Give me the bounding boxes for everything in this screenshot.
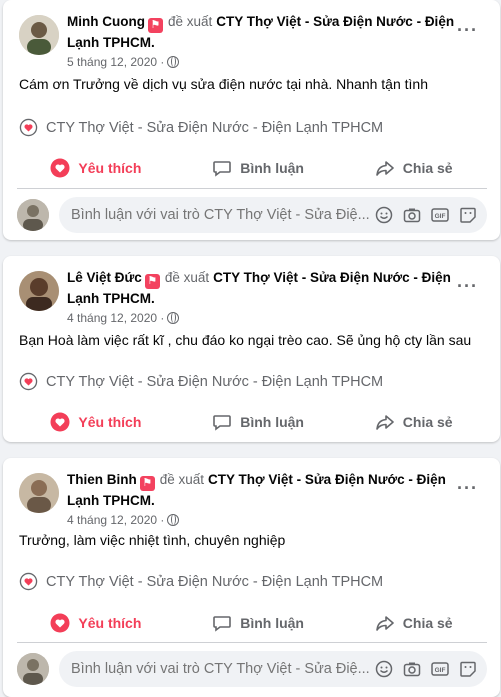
action-bar: Yêu thích Bình luận Chia sẻ	[15, 402, 488, 442]
share-button[interactable]: Chia sẻ	[375, 158, 453, 178]
avatar[interactable]	[19, 473, 59, 513]
action-bar: Yêu thích Bình luận Chia sẻ	[15, 603, 488, 643]
page-link-label: CTY Thợ Việt - Sửa Điện Nước - Điện Lạnh…	[46, 119, 384, 136]
page-link-label: CTY Thợ Việt - Sửa Điện Nước - Điện Lạnh…	[46, 573, 384, 590]
comment-label: Bình luận	[240, 160, 304, 176]
sticker-icon[interactable]	[459, 660, 477, 678]
share-arrow-icon	[375, 161, 394, 176]
review-post-3: Thien Binh ⚑ đề xuất CTY Thợ Việt - Sửa Điệ…	[3, 458, 500, 697]
like-label: Yêu thích	[78, 615, 142, 631]
camera-icon[interactable]	[403, 206, 421, 224]
post-header: Lê Việt Đức ⚑ đề xuất CTY Thợ Việt - Sửa Đi…	[67, 268, 457, 328]
share-button[interactable]: Chia sẻ	[375, 412, 453, 432]
comment-input[interactable]	[71, 651, 371, 687]
emoji-icon[interactable]	[375, 206, 393, 224]
like-label: Yêu thích	[78, 160, 142, 176]
share-button[interactable]: Chia sẻ	[375, 613, 453, 633]
comment-composer: GIF	[17, 642, 487, 687]
author-name[interactable]: Lê Việt Đức	[67, 270, 142, 285]
more-options-icon[interactable]: ···	[457, 21, 478, 39]
globe-icon	[167, 312, 180, 324]
share-label: Chia sẻ	[402, 615, 453, 631]
commenter-avatar[interactable]	[17, 199, 49, 231]
recommended-page-link[interactable]: CTY Thợ Việt - Sửa Điện Nước - Điện Lạnh…	[19, 372, 383, 391]
like-button[interactable]: Yêu thích	[50, 412, 141, 432]
comment-composer: GIF	[17, 188, 487, 233]
post-header: Thien Binh ⚑ đề xuất CTY Thợ Việt - Sửa Điệ…	[67, 470, 457, 530]
share-arrow-icon	[375, 415, 394, 430]
post-date[interactable]: 5 tháng 12, 2020 ·	[67, 55, 164, 69]
page-link-label: CTY Thợ Việt - Sửa Điện Nước - Điện Lạnh…	[46, 373, 384, 390]
review-post-1: Minh Cuong ⚑ đề xuất CTY Thợ Việt - Sửa Điệ…	[3, 0, 500, 240]
heart-outline-icon	[19, 572, 38, 591]
comment-label: Bình luận	[240, 615, 304, 631]
post-header: Minh Cuong ⚑ đề xuất CTY Thợ Việt - Sửa Điệ…	[67, 12, 457, 72]
recommend-verb: đề xuất	[159, 472, 205, 487]
heart-icon	[50, 158, 70, 178]
recommended-page-link[interactable]: CTY Thợ Việt - Sửa Điện Nước - Điện Lạnh…	[19, 118, 383, 137]
globe-icon	[167, 514, 180, 526]
share-label: Chia sẻ	[402, 160, 453, 176]
like-label: Yêu thích	[78, 414, 142, 430]
comment-bubble-icon	[213, 616, 232, 632]
heart-outline-icon	[19, 372, 38, 391]
like-button[interactable]: Yêu thích	[50, 158, 141, 178]
comment-bubble-icon	[213, 415, 232, 431]
recommend-verb: đề xuất	[164, 270, 210, 285]
gif-icon[interactable]: GIF	[431, 206, 449, 224]
camera-icon[interactable]	[403, 660, 421, 678]
review-text: Trưởng, làm việc nhiệt tình, chuyên nghi…	[19, 532, 286, 548]
comment-box[interactable]: GIF	[59, 651, 487, 687]
commenter-avatar[interactable]	[17, 653, 49, 685]
recommend-flag-icon: ⚑	[147, 18, 163, 33]
review-text: Cám ơn Trưởng về dịch vụ sửa điện nước t…	[19, 76, 428, 92]
comment-button[interactable]: Bình luận	[212, 412, 304, 432]
comment-box[interactable]: GIF	[59, 197, 487, 233]
heart-icon	[50, 613, 70, 633]
svg-text:GIF: GIF	[435, 667, 446, 674]
like-button[interactable]: Yêu thích	[50, 613, 141, 633]
gif-icon[interactable]: GIF	[431, 660, 449, 678]
comment-label: Bình luận	[240, 414, 304, 430]
review-post-2: Lê Việt Đức ⚑ đề xuất CTY Thợ Việt - Sửa Đi…	[3, 256, 500, 442]
action-bar: Yêu thích Bình luận Chia sẻ	[15, 148, 488, 188]
sticker-icon[interactable]	[459, 206, 477, 224]
svg-text:GIF: GIF	[435, 213, 446, 220]
comment-button[interactable]: Bình luận	[212, 158, 304, 178]
avatar[interactable]	[19, 15, 59, 55]
post-date[interactable]: 4 tháng 12, 2020 ·	[67, 513, 164, 527]
emoji-icon[interactable]	[375, 660, 393, 678]
comment-button[interactable]: Bình luận	[212, 613, 304, 633]
comment-input[interactable]	[71, 197, 371, 233]
more-options-icon[interactable]: ···	[457, 277, 478, 295]
share-arrow-icon	[375, 616, 394, 631]
review-text: Bạn Hoà làm việc rất kĩ , chu đáo ko ngạ…	[19, 332, 472, 348]
recommended-page-link[interactable]: CTY Thợ Việt - Sửa Điện Nước - Điện Lạnh…	[19, 572, 383, 591]
recommend-flag-icon: ⚑	[144, 274, 160, 289]
post-date[interactable]: 4 tháng 12, 2020 ·	[67, 311, 164, 325]
share-label: Chia sẻ	[402, 414, 453, 430]
heart-outline-icon	[19, 118, 38, 137]
avatar[interactable]	[19, 271, 59, 311]
author-name[interactable]: Minh Cuong	[67, 14, 145, 29]
globe-icon	[167, 56, 180, 68]
heart-icon	[50, 412, 70, 432]
author-name[interactable]: Thien Binh	[67, 472, 137, 487]
recommend-flag-icon: ⚑	[139, 476, 155, 491]
recommend-verb: đề xuất	[167, 14, 213, 29]
comment-bubble-icon	[213, 161, 232, 177]
more-options-icon[interactable]: ···	[457, 479, 478, 497]
